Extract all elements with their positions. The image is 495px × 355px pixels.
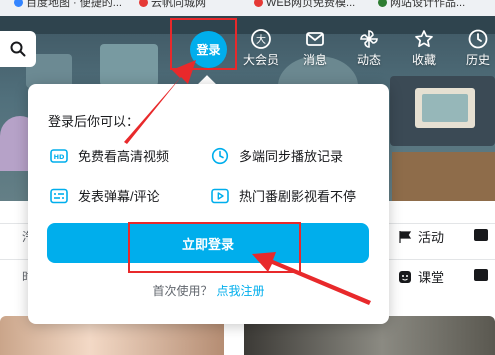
annotation-arrows [124, 60, 371, 305]
arrow-to-login-button [252, 252, 371, 305]
arrow-to-login-icon [124, 60, 196, 144]
